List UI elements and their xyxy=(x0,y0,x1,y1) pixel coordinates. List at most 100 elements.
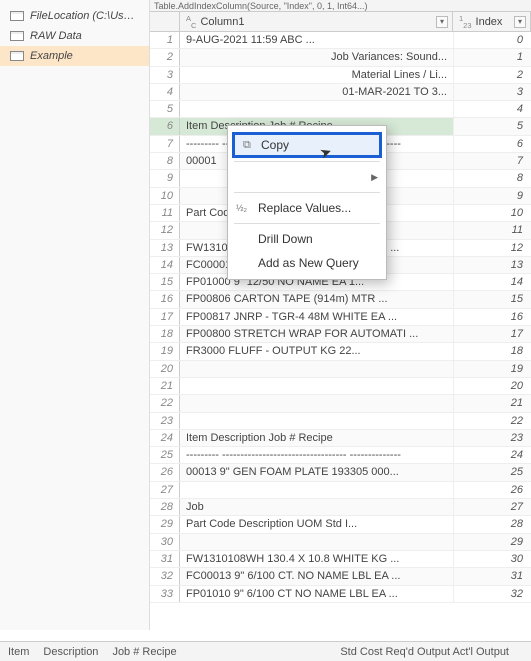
cell-column1[interactable]: FP00806 CARTON TAPE (914m) MTR ... xyxy=(180,291,453,307)
column-header-index[interactable]: 123 Index ▾ xyxy=(453,12,531,31)
cell-index[interactable]: 8 xyxy=(453,170,531,186)
cell-index[interactable]: 28 xyxy=(453,516,531,532)
cell-index[interactable]: 26 xyxy=(453,482,531,498)
row-number[interactable]: 8 xyxy=(150,153,180,169)
cell-column1[interactable]: FC00013 9" 6/100 CT. NO NAME LBL EA ... xyxy=(180,568,453,584)
cell-index[interactable]: 17 xyxy=(453,326,531,342)
row-number[interactable]: 10 xyxy=(150,188,180,204)
row-number[interactable]: 1 xyxy=(150,32,180,48)
cell-column1[interactable]: FP01010 9" 6/100 CT NO NAME LBL EA ... xyxy=(180,586,453,602)
row-number[interactable]: 23 xyxy=(150,413,180,429)
row-number[interactable]: 31 xyxy=(150,551,180,567)
cell-index[interactable]: 16 xyxy=(453,309,531,325)
column-header-column1[interactable]: AC Column1 ▾ xyxy=(180,12,453,31)
table-row[interactable]: 401-MAR-2021 TO 3...3 xyxy=(150,84,531,101)
cell-column1[interactable] xyxy=(180,534,453,550)
filter-dropdown-icon[interactable]: ▾ xyxy=(514,16,526,28)
cell-column1[interactable] xyxy=(180,101,453,117)
cell-index[interactable]: 2 xyxy=(453,67,531,83)
row-number[interactable]: 5 xyxy=(150,101,180,117)
cell-index[interactable]: 23 xyxy=(453,430,531,446)
cell-column1[interactable] xyxy=(180,378,453,394)
row-number[interactable]: 17 xyxy=(150,309,180,325)
table-row[interactable]: 16 FP00806 CARTON TAPE (914m) MTR ...15 xyxy=(150,291,531,308)
row-number[interactable]: 21 xyxy=(150,378,180,394)
row-number[interactable]: 13 xyxy=(150,240,180,256)
cell-column1[interactable]: FR3000 FLUFF - OUTPUT KG 22... xyxy=(180,343,453,359)
cell-index[interactable]: 20 xyxy=(453,378,531,394)
table-row[interactable]: 2019 xyxy=(150,361,531,378)
cell-column1[interactable]: Part Code Description UOM Std I... xyxy=(180,516,453,532)
menu-item-drill-down[interactable]: Drill Down xyxy=(228,227,386,251)
row-number[interactable]: 32 xyxy=(150,568,180,584)
cell-index[interactable]: 30 xyxy=(453,551,531,567)
row-number[interactable]: 4 xyxy=(150,84,180,100)
grid-body[interactable]: 19-AUG-2021 11:59 ABC ...02Job Variances… xyxy=(150,32,531,633)
cell-index[interactable]: 18 xyxy=(453,343,531,359)
cell-column1[interactable]: Material Lines / Li... xyxy=(180,67,453,83)
cell-index[interactable]: 11 xyxy=(453,222,531,238)
cell-column1[interactable] xyxy=(180,413,453,429)
cell-index[interactable]: 27 xyxy=(453,499,531,515)
table-row[interactable]: 31 FW1310108WH 130.4 X 10.8 WHITE KG ...… xyxy=(150,551,531,568)
table-row[interactable]: 23 22 xyxy=(150,413,531,430)
table-row[interactable]: 30 29 xyxy=(150,534,531,551)
row-number[interactable]: 3 xyxy=(150,67,180,83)
row-number[interactable]: 20 xyxy=(150,361,180,377)
query-item-filelocation[interactable]: FileLocation (C:\Users\lisde... xyxy=(0,6,149,26)
table-row[interactable]: 25--------- ----------------------------… xyxy=(150,447,531,464)
table-row[interactable]: 2600013 9" GEN FOAM PLATE 193305 000...2… xyxy=(150,464,531,481)
cell-index[interactable]: 31 xyxy=(453,568,531,584)
query-item-example[interactable]: Example xyxy=(0,46,149,66)
cell-index[interactable]: 1 xyxy=(453,49,531,65)
row-number[interactable]: 6 xyxy=(150,118,180,134)
row-number[interactable]: 2 xyxy=(150,49,180,65)
table-row[interactable]: 28 Job27 xyxy=(150,499,531,516)
table-row[interactable]: 24Item Description Job # Recipe23 xyxy=(150,430,531,447)
cell-index[interactable]: 0 xyxy=(453,32,531,48)
table-row[interactable]: 29 Part Code Description UOM Std I...28 xyxy=(150,516,531,533)
table-row[interactable]: 32 FC00013 9" 6/100 CT. NO NAME LBL EA .… xyxy=(150,568,531,585)
cell-column1[interactable] xyxy=(180,395,453,411)
cell-index[interactable]: 3 xyxy=(453,84,531,100)
cell-index[interactable]: 13 xyxy=(453,257,531,273)
row-number[interactable]: 24 xyxy=(150,430,180,446)
table-row[interactable]: 27 26 xyxy=(150,482,531,499)
table-row[interactable]: 17 FP00817 JNRP - TGR-4 48M WHITE EA ...… xyxy=(150,309,531,326)
row-number[interactable]: 9 xyxy=(150,170,180,186)
cell-column1[interactable]: Job Variances: Sound... xyxy=(180,49,453,65)
cell-index[interactable]: 29 xyxy=(453,534,531,550)
row-number[interactable]: 22 xyxy=(150,395,180,411)
table-row[interactable]: 18 FP00800 STRETCH WRAP FOR AUTOMATI ...… xyxy=(150,326,531,343)
cell-column1[interactable]: 00013 9" GEN FOAM PLATE 193305 000... xyxy=(180,464,453,480)
cell-index[interactable]: 12 xyxy=(453,240,531,256)
cell-index[interactable]: 24 xyxy=(453,447,531,463)
query-item-rawdata[interactable]: RAW Data xyxy=(0,26,149,46)
cell-index[interactable]: 15 xyxy=(453,291,531,307)
menu-item-add-as-new-query[interactable]: Add as New Query xyxy=(228,251,386,275)
cell-index[interactable]: 6 xyxy=(453,136,531,152)
cell-column1[interactable]: FP00817 JNRP - TGR-4 48M WHITE EA ... xyxy=(180,309,453,325)
cell-index[interactable]: 22 xyxy=(453,413,531,429)
row-number[interactable]: 27 xyxy=(150,482,180,498)
menu-item-copy[interactable]: ⧉ Copy xyxy=(232,132,382,158)
table-row[interactable]: 22 21 xyxy=(150,395,531,412)
row-number[interactable]: 29 xyxy=(150,516,180,532)
row-number[interactable]: 7 xyxy=(150,136,180,152)
row-number[interactable]: 33 xyxy=(150,586,180,602)
cell-index[interactable]: 9 xyxy=(453,188,531,204)
table-row[interactable]: 33 FP01010 9" 6/100 CT NO NAME LBL EA ..… xyxy=(150,586,531,603)
cell-column1[interactable]: --------- ------------------------------… xyxy=(180,447,453,463)
table-row[interactable]: 2Job Variances: Sound...1 xyxy=(150,49,531,66)
row-number[interactable]: 30 xyxy=(150,534,180,550)
cell-column1[interactable]: FP00800 STRETCH WRAP FOR AUTOMATI ... xyxy=(180,326,453,342)
formula-bar[interactable]: Table.AddIndexColumn(Source, "Index", 0,… xyxy=(150,0,531,12)
row-number[interactable]: 15 xyxy=(150,274,180,290)
cell-index[interactable]: 21 xyxy=(453,395,531,411)
row-number[interactable]: 25 xyxy=(150,447,180,463)
cell-column1[interactable]: Item Description Job # Recipe xyxy=(180,430,453,446)
row-number[interactable]: 11 xyxy=(150,205,180,221)
cell-index[interactable]: 7 xyxy=(453,153,531,169)
row-number[interactable]: 26 xyxy=(150,464,180,480)
menu-item-replace-values[interactable]: ½₂ Replace Values... xyxy=(228,196,386,220)
